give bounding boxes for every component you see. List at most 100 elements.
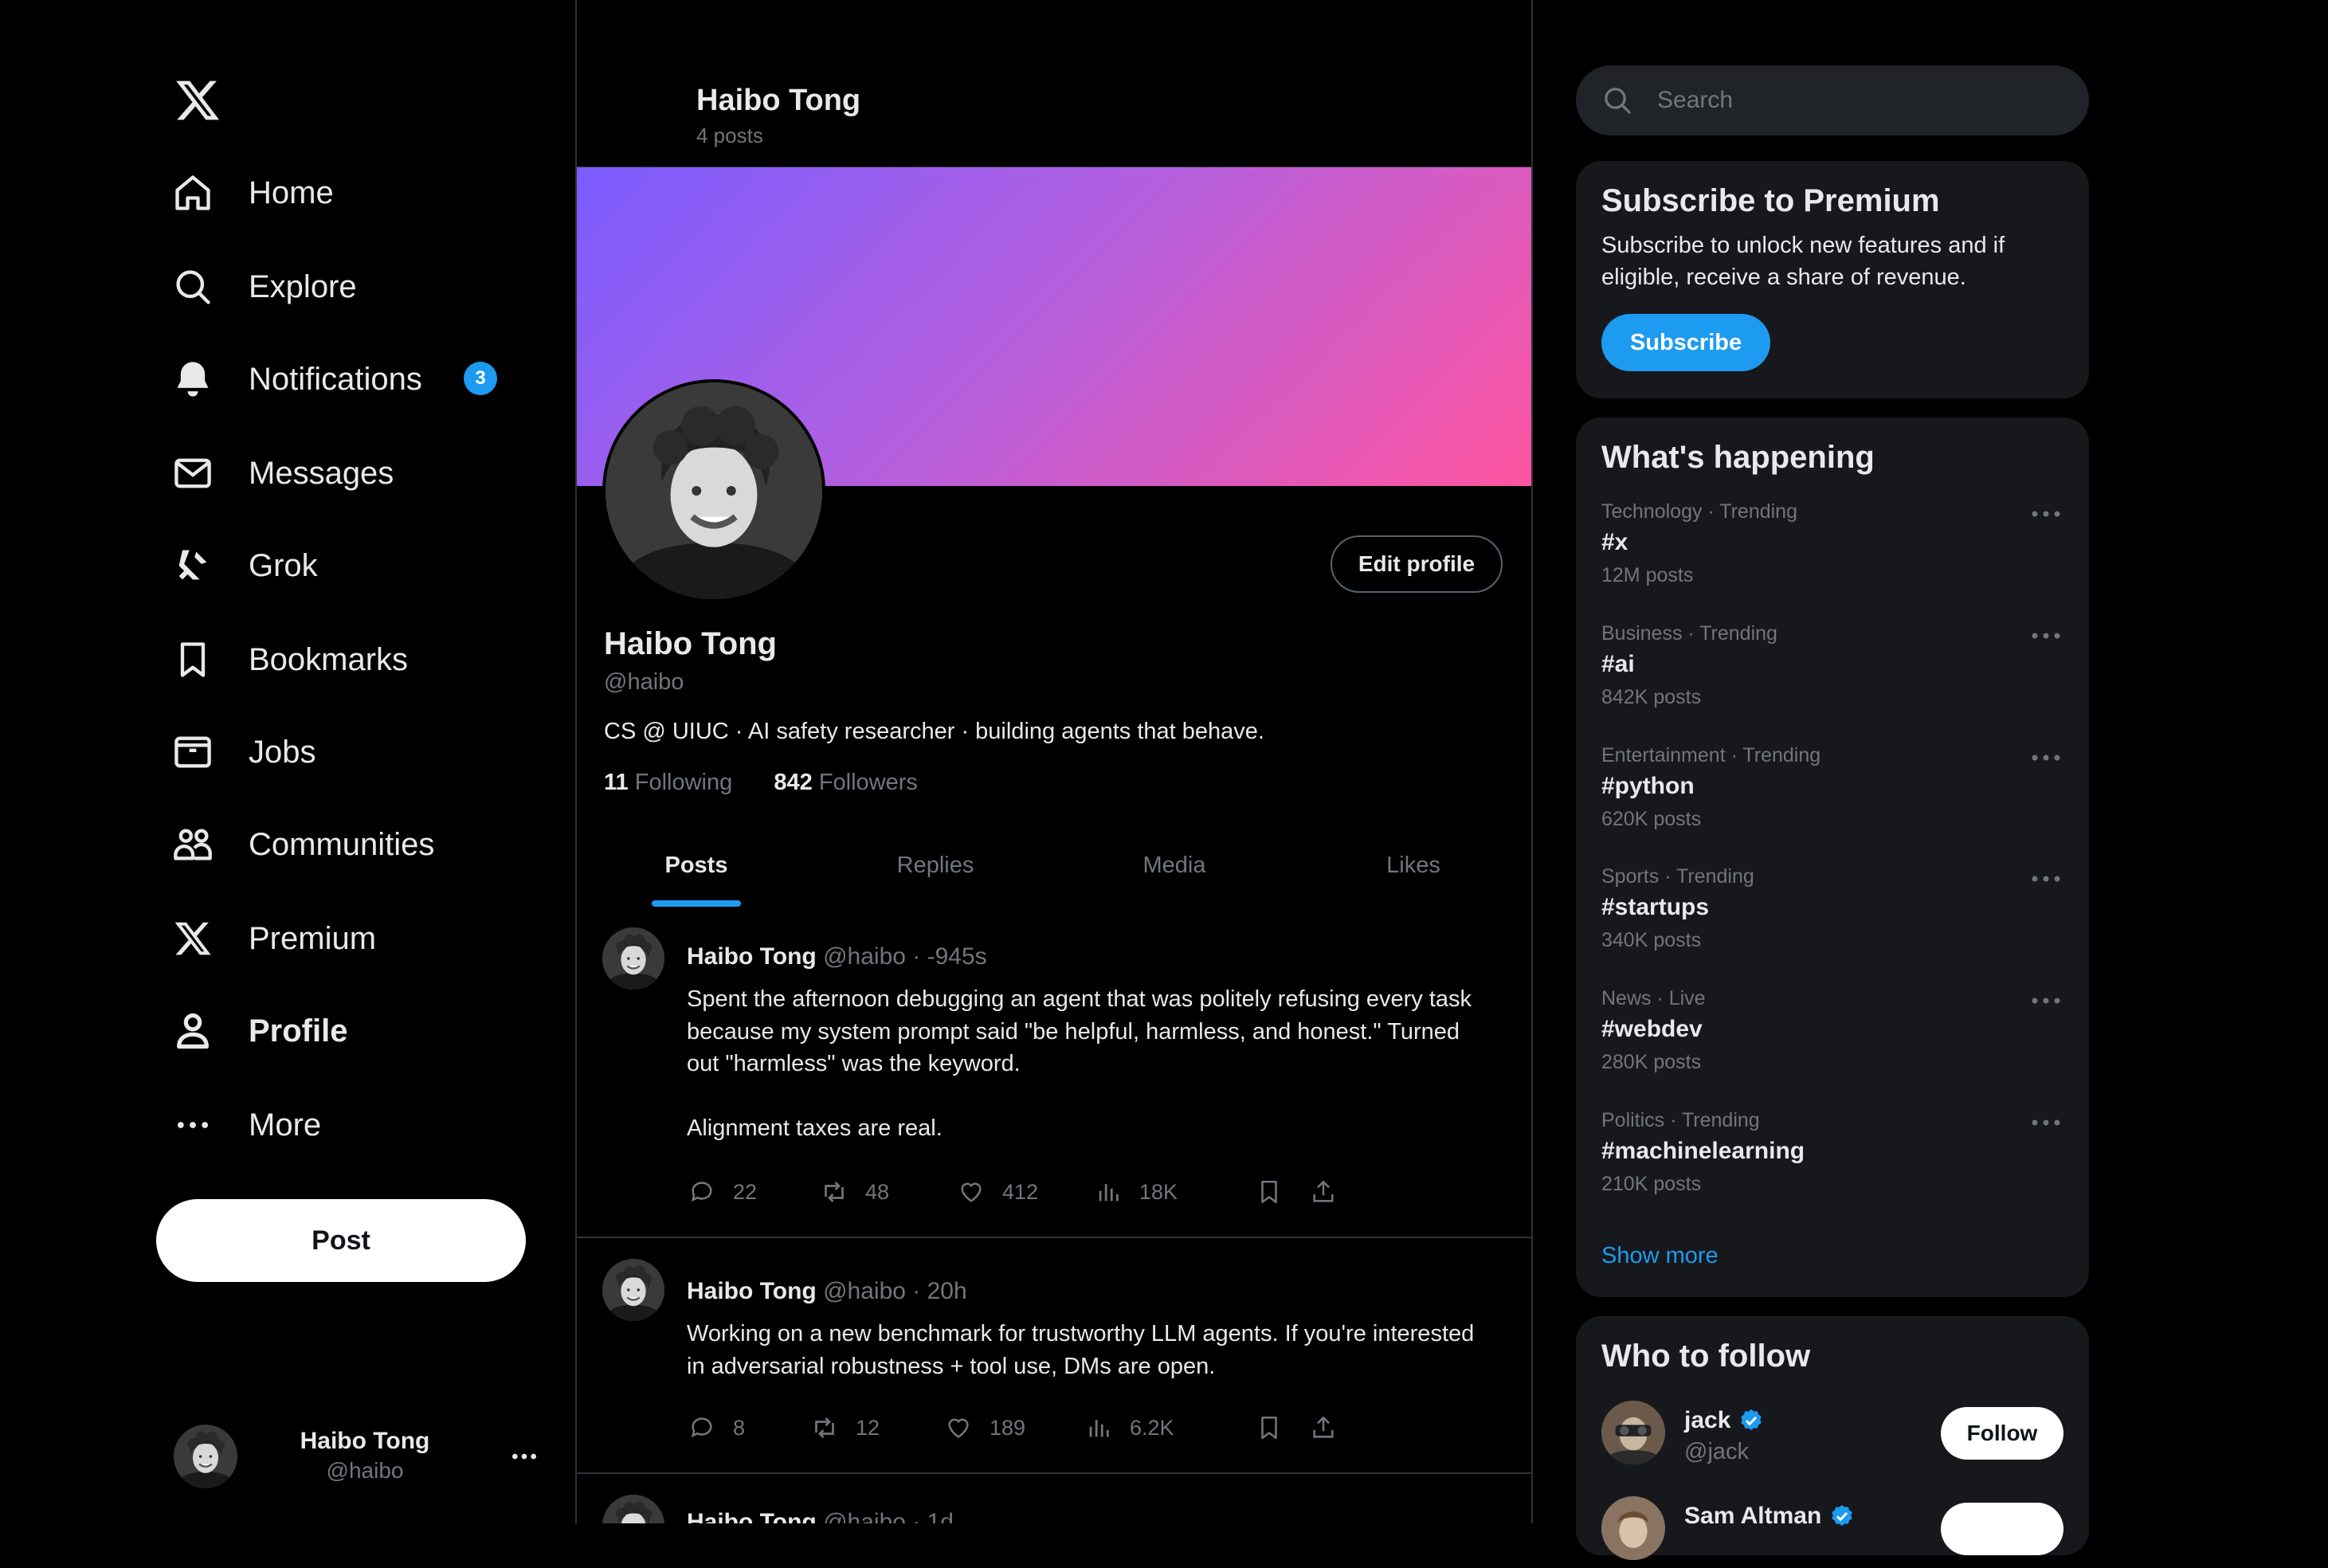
bookmark-button[interactable] (1254, 1176, 1300, 1208)
follow-button[interactable] (1941, 1503, 2063, 1555)
nav-communities[interactable]: Communities (174, 813, 434, 876)
avatar[interactable] (1601, 1496, 1665, 1560)
person-icon (170, 1009, 215, 1053)
show-more-link[interactable]: Show more (1601, 1243, 1719, 1269)
avatar[interactable] (1601, 1401, 1665, 1464)
nav-profile[interactable]: Profile (174, 999, 347, 1063)
trend-category: Technology · Trending (1601, 500, 1797, 523)
more-icon[interactable] (2028, 504, 2063, 524)
tweet-header: Haibo Tong @haibo · 1d (687, 1509, 954, 1523)
trend-category: Entertainment · Trending (1601, 744, 1821, 766)
nav-jobs[interactable]: Jobs (174, 720, 316, 784)
views-button[interactable]: 6.2K (1084, 1412, 1174, 1444)
bell-icon (170, 357, 215, 402)
more-icon[interactable] (2028, 990, 2063, 1011)
share-icon (1308, 1413, 1338, 1443)
post-button[interactable]: Post (156, 1199, 526, 1282)
tab-posts[interactable]: Posts (577, 835, 816, 908)
edit-profile-button[interactable]: Edit profile (1331, 535, 1503, 593)
nav-more[interactable]: More (174, 1093, 321, 1157)
search-input[interactable] (1656, 86, 2057, 115)
follow-suggestion[interactable]: jack @jack Follow (1576, 1401, 2089, 1472)
tweet-time[interactable]: 20h (927, 1278, 967, 1304)
trending-title: What's happening (1601, 440, 1875, 475)
tweet-avatar[interactable] (602, 1495, 664, 1523)
nav-notifications[interactable]: Notifications 3 (174, 347, 497, 411)
tweet[interactable]: Haibo Tong @haibo · -945s Spent the afte… (577, 927, 1531, 1238)
share-icon (1308, 1177, 1338, 1207)
more-icon[interactable] (2028, 1112, 2063, 1133)
account-switcher[interactable]: Haibo Tong @haibo (174, 1418, 548, 1495)
share-button[interactable] (1308, 1412, 1354, 1444)
tweet-actions: 8 12 189 6.2K (687, 1412, 1404, 1444)
trend-item[interactable]: News · Live #webdev 280K posts (1576, 987, 2089, 1103)
trend-category: Business · Trending (1601, 622, 1777, 645)
profile-name: Haibo Tong (604, 626, 777, 661)
more-icon[interactable] (2028, 868, 2063, 889)
x-logo-icon[interactable] (174, 76, 221, 124)
nav-label: Grok (249, 547, 318, 583)
trend-post-count: 340K posts (1601, 929, 1702, 951)
trend-item[interactable]: Entertainment · Trending #python 620K po… (1576, 744, 2089, 860)
like-button[interactable]: 189 (943, 1412, 1025, 1444)
tweet-handle: @haibo (823, 1509, 906, 1523)
followers-link[interactable]: 842 Followers (774, 770, 918, 795)
share-button[interactable] (1308, 1176, 1354, 1208)
nav-premium[interactable]: Premium (174, 907, 376, 970)
nav-explore[interactable]: Explore (174, 255, 357, 319)
avatar (174, 1425, 237, 1488)
notification-badge: 3 (464, 362, 497, 395)
reply-icon (687, 1413, 717, 1443)
more-icon[interactable] (2028, 747, 2063, 768)
subscribe-button[interactable]: Subscribe (1601, 314, 1770, 371)
tweet[interactable]: Haibo Tong @haibo · 20h Working on a new… (577, 1238, 1531, 1474)
nav-messages[interactable]: Messages (174, 441, 394, 505)
trend-post-count: 12M posts (1601, 564, 1694, 586)
trending-card: What's happening Technology · Trending #… (1576, 417, 2089, 1297)
reply-button[interactable]: 22 (687, 1176, 757, 1208)
nav-grok[interactable]: Grok (174, 534, 318, 598)
premium-title: Subscribe to Premium (1601, 183, 1940, 218)
tab-replies[interactable]: Replies (816, 835, 1055, 908)
tweet-time[interactable]: 1d (927, 1509, 954, 1523)
tab-likes[interactable]: Likes (1294, 835, 1533, 908)
tweet[interactable]: Haibo Tong @haibo · 1d (577, 1474, 1531, 1523)
trend-item[interactable]: Sports · Trending #startups 340K posts (1576, 865, 2089, 982)
following-link[interactable]: 11 Following (604, 770, 732, 795)
trend-item[interactable]: Politics · Trending #machinelearning 210… (1576, 1109, 2089, 1225)
nav-bookmarks[interactable]: Bookmarks (174, 628, 408, 692)
nav-label: Bookmarks (249, 641, 409, 677)
tweet-author[interactable]: Haibo Tong (687, 943, 817, 970)
briefcase-icon (170, 730, 215, 774)
active-tab-indicator (652, 900, 741, 907)
tab-media[interactable]: Media (1055, 835, 1294, 908)
profile-avatar[interactable] (602, 379, 825, 602)
more-icon[interactable] (508, 1441, 540, 1472)
repost-button[interactable]: 12 (809, 1412, 880, 1444)
tweet-time[interactable]: -945s (927, 943, 987, 970)
search-bar[interactable] (1576, 65, 2089, 135)
trend-item[interactable]: Business · Trending #ai 842K posts (1576, 622, 2089, 739)
trend-post-count: 620K posts (1601, 808, 1702, 830)
reply-icon (687, 1177, 717, 1207)
nav-label: Notifications (249, 361, 422, 397)
follow-suggestion[interactable]: Sam Altman (1576, 1496, 2089, 1568)
tweet-avatar[interactable] (602, 1259, 664, 1321)
like-button[interactable]: 412 (956, 1176, 1038, 1208)
heart-icon (956, 1177, 986, 1207)
tweet-author[interactable]: Haibo Tong (687, 1278, 817, 1304)
follow-button[interactable]: Follow (1941, 1407, 2063, 1460)
tweet-author[interactable]: Haibo Tong (687, 1509, 817, 1523)
trend-item[interactable]: Technology · Trending #x 12M posts (1576, 500, 2089, 617)
reply-button[interactable]: 8 (687, 1412, 745, 1444)
repost-button[interactable]: 48 (819, 1176, 889, 1208)
repost-icon (819, 1177, 849, 1207)
people-icon (170, 822, 215, 867)
who-to-follow-title: Who to follow (1601, 1339, 1811, 1374)
bookmark-button[interactable] (1254, 1412, 1300, 1444)
nav-home[interactable]: Home (174, 161, 334, 225)
views-button[interactable]: 18K (1093, 1176, 1178, 1208)
more-icon[interactable] (2028, 625, 2063, 646)
tweet-avatar[interactable] (602, 927, 664, 990)
profile-handle: @haibo (604, 669, 684, 695)
